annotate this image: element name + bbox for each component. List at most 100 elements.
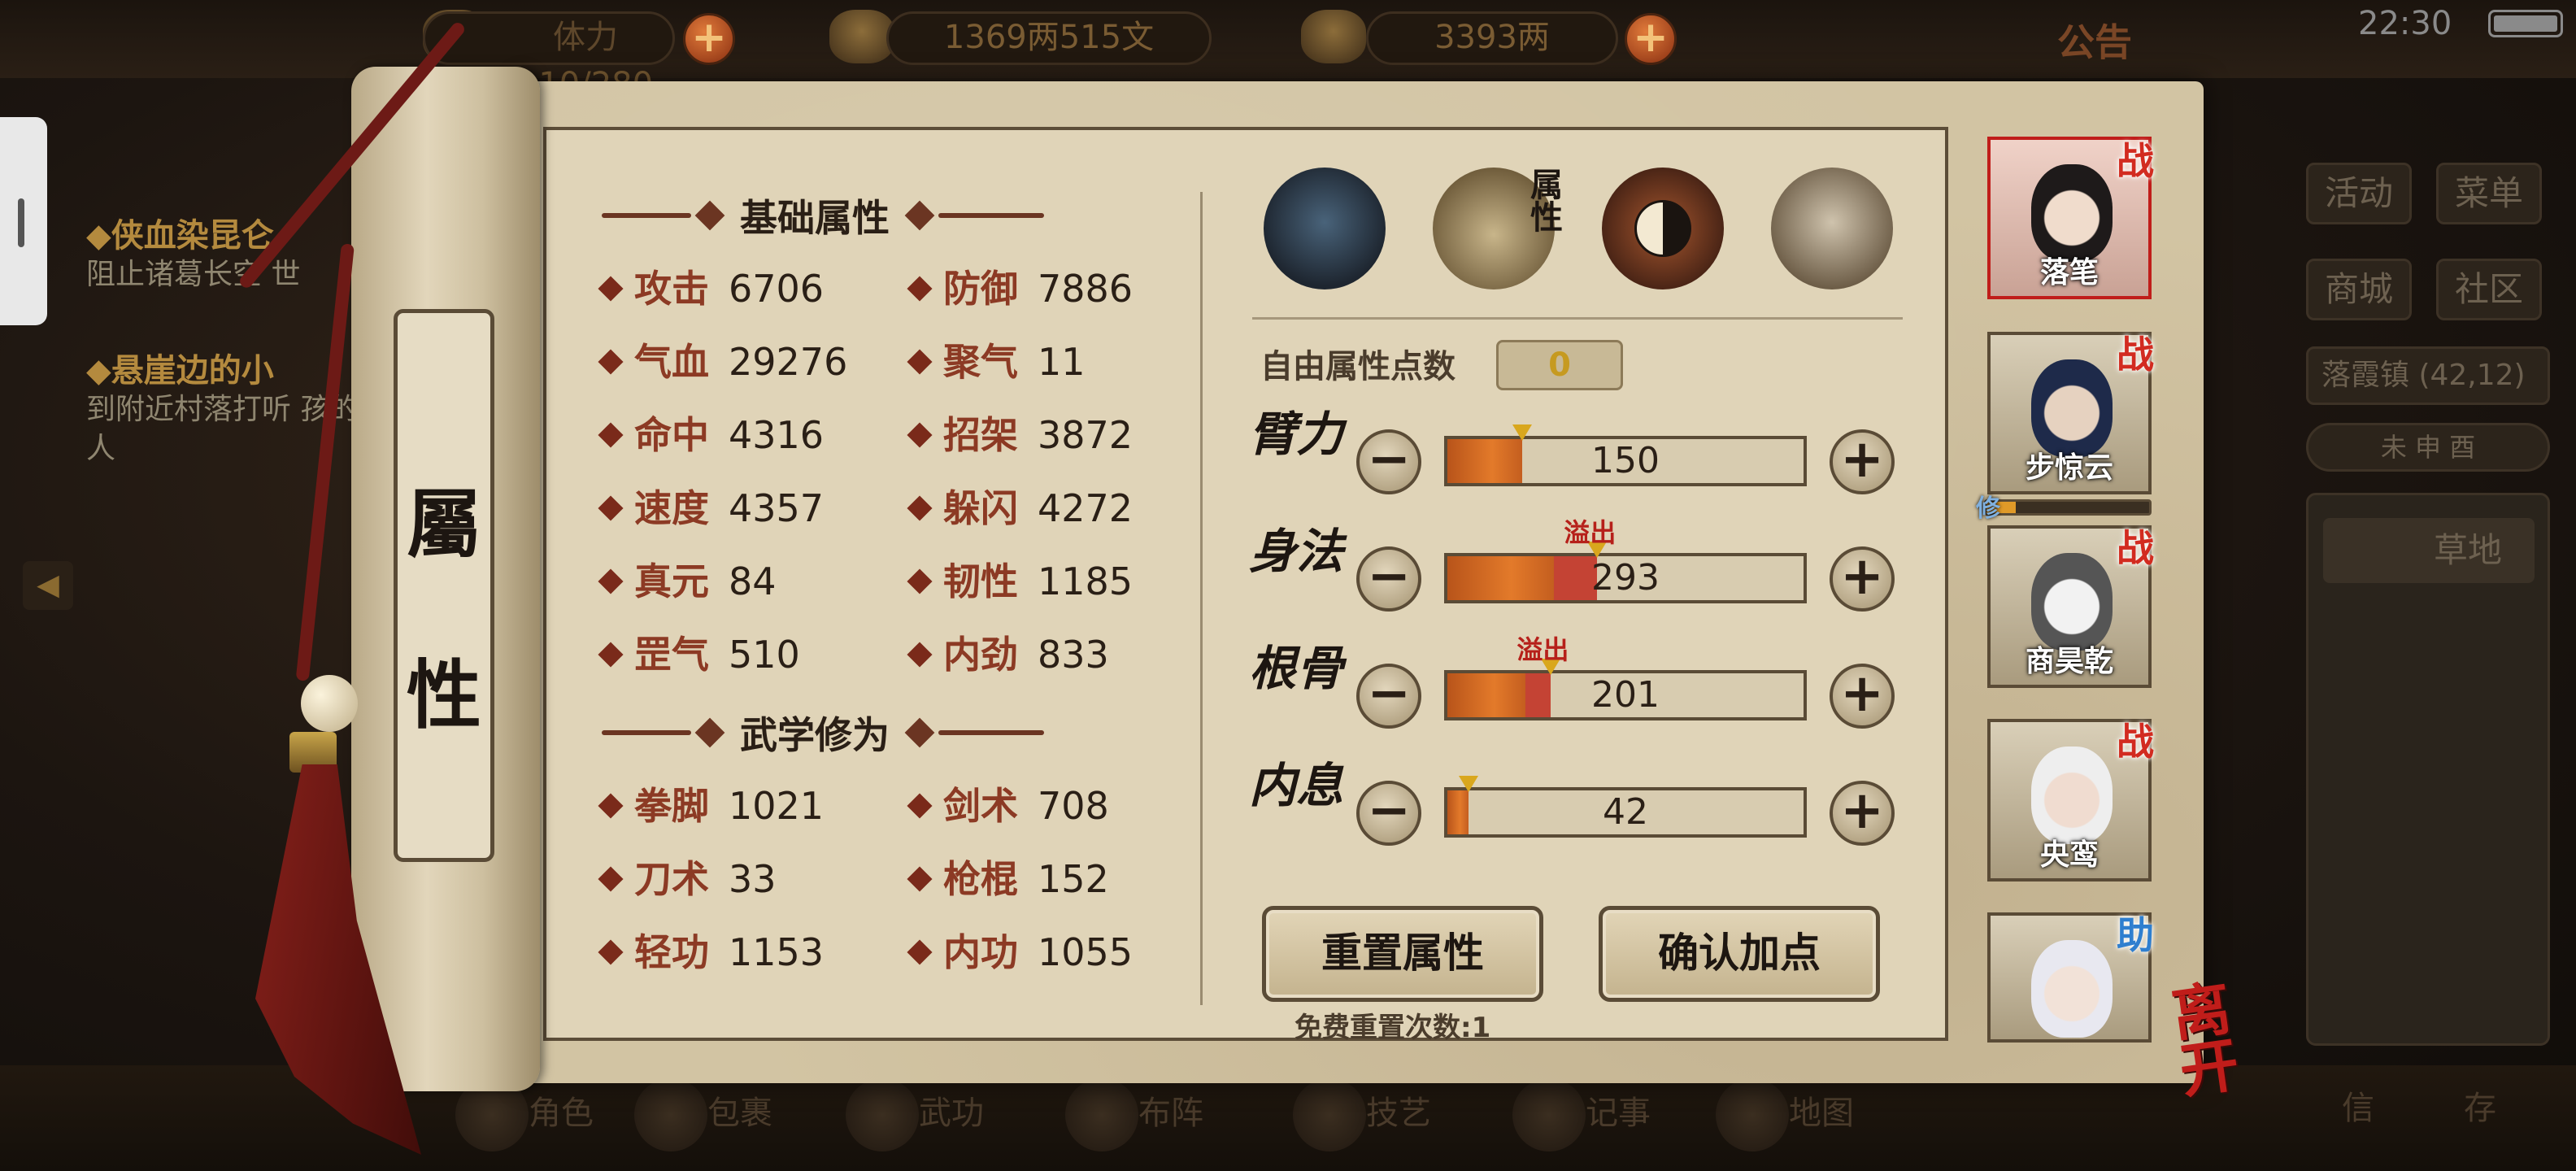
bottom-skill-button[interactable]: 武功 bbox=[846, 1078, 984, 1160]
quest-desc: 到附近村落打听 孩的家人 bbox=[86, 393, 389, 465]
gold-display: 3393两 bbox=[1366, 11, 1618, 65]
confirm-points-button[interactable]: 确认加点 bbox=[1599, 906, 1880, 1002]
attribute-name: 臂力 bbox=[1248, 407, 1343, 462]
stat-value: 4357 bbox=[729, 486, 825, 530]
jade-bead bbox=[301, 675, 358, 732]
tab-attributes-label: 属性 bbox=[1525, 168, 1562, 233]
decrease-attribute-button[interactable]: − bbox=[1356, 781, 1421, 846]
stat-value: 1153 bbox=[729, 930, 825, 974]
stat-value: 11 bbox=[1038, 340, 1086, 384]
attribute-bar: 150 bbox=[1444, 424, 1807, 486]
stat-value: 1185 bbox=[1038, 559, 1134, 603]
notice-button[interactable]: 公告 bbox=[2057, 13, 2132, 67]
menu-button[interactable]: 菜单 bbox=[2436, 163, 2542, 224]
attribute-value: 42 bbox=[1603, 791, 1648, 833]
shop-button[interactable]: 商城 bbox=[2306, 259, 2412, 320]
bottom-label: 地图 bbox=[1789, 1095, 1854, 1132]
stat-label: 命中 bbox=[634, 413, 709, 457]
decrease-attribute-button[interactable]: − bbox=[1356, 664, 1421, 729]
stat-value: 7886 bbox=[1038, 267, 1134, 311]
stat-label: 真元 bbox=[634, 559, 709, 603]
attribute-bar: 293 bbox=[1444, 542, 1807, 603]
increase-attribute-button[interactable]: + bbox=[1830, 781, 1895, 846]
area-panel: 草地 bbox=[2306, 493, 2550, 1046]
decrease-attribute-button[interactable]: − bbox=[1356, 546, 1421, 612]
stamina-display: 体力110/280 bbox=[423, 11, 675, 103]
stat-label: 攻击 bbox=[634, 267, 709, 311]
stat-sword: 剑术 708 bbox=[907, 777, 1109, 834]
character-portrait bbox=[2031, 359, 2113, 457]
battle-badge: 战 bbox=[2117, 526, 2154, 570]
reset-attributes-button[interactable]: 重置属性 bbox=[1262, 906, 1543, 1002]
stat-gang-qi: 罡气 510 bbox=[598, 626, 800, 683]
stat-value: 833 bbox=[1038, 633, 1109, 677]
activity-button[interactable]: 活动 bbox=[2306, 163, 2412, 224]
location-label[interactable]: 落霞镇 (42,12) bbox=[2306, 346, 2550, 405]
drawer-handle[interactable] bbox=[0, 117, 47, 325]
bottom-bag-button[interactable]: 包裹 bbox=[634, 1078, 772, 1160]
attribute-marker-icon bbox=[1512, 424, 1532, 441]
attribute-marker-icon bbox=[1459, 776, 1479, 792]
column-divider bbox=[1200, 192, 1203, 1005]
leave-button[interactable]: 离开 bbox=[2168, 973, 2273, 1106]
battle-badge: 战 bbox=[2117, 139, 2154, 183]
bottom-save-button[interactable]: 存 bbox=[2464, 1082, 2496, 1163]
tab-meridian-icon[interactable] bbox=[1771, 168, 1893, 289]
scroll-title-char: 屬 bbox=[406, 481, 481, 568]
battle-badge: 战 bbox=[2117, 720, 2154, 764]
character-portrait bbox=[2031, 747, 2113, 844]
quest-item[interactable]: ◆悬崖边的小 到附近村落打听 孩的家人 bbox=[86, 351, 395, 468]
tab-divider bbox=[1252, 317, 1903, 320]
increase-attribute-button[interactable]: + bbox=[1830, 546, 1895, 612]
community-button[interactable]: 社区 bbox=[2436, 259, 2542, 320]
stat-value: 4316 bbox=[729, 413, 825, 457]
area-label[interactable]: 草地 bbox=[2323, 518, 2535, 583]
stat-value: 84 bbox=[729, 559, 777, 603]
stat-attack: 攻击 6706 bbox=[598, 260, 824, 317]
battery-icon bbox=[2488, 10, 2563, 37]
attribute-bar: 42 bbox=[1444, 776, 1807, 838]
collapse-arrow-icon[interactable]: ◀ bbox=[23, 561, 73, 610]
stat-label: 内功 bbox=[943, 930, 1018, 974]
yin-yang-icon bbox=[1634, 200, 1691, 257]
gold-ingot-icon bbox=[1301, 10, 1366, 63]
stat-label: 招架 bbox=[943, 413, 1018, 457]
book-icon bbox=[846, 1078, 919, 1151]
craft-icon bbox=[1293, 1078, 1366, 1151]
bottom-label: 武功 bbox=[919, 1095, 984, 1132]
character-portrait bbox=[2031, 940, 2113, 1038]
add-stamina-button[interactable]: + bbox=[683, 13, 735, 65]
add-gold-button[interactable]: + bbox=[1625, 13, 1677, 65]
bag-icon bbox=[634, 1078, 707, 1151]
decrease-attribute-button[interactable]: − bbox=[1356, 429, 1421, 494]
bottom-journal-button[interactable]: 记事 bbox=[1512, 1078, 1651, 1160]
scroll-title: 屬 性 bbox=[394, 439, 494, 781]
map-icon bbox=[1716, 1078, 1789, 1151]
stat-parry: 招架 3872 bbox=[907, 407, 1133, 464]
stat-value: 510 bbox=[729, 633, 800, 677]
bottom-craft-button[interactable]: 技艺 bbox=[1293, 1078, 1431, 1160]
stat-value: 1021 bbox=[729, 784, 825, 828]
bottom-mail-button[interactable]: 信 bbox=[2342, 1082, 2374, 1163]
bottom-map-button[interactable]: 地图 bbox=[1716, 1078, 1854, 1160]
stat-true-energy: 真元 84 bbox=[598, 553, 777, 610]
free-reset-count: 免费重置次数:1 bbox=[1295, 1012, 1491, 1044]
free-points-value: 0 bbox=[1496, 340, 1623, 390]
character-portrait bbox=[2031, 553, 2113, 651]
attribute-value: 201 bbox=[1591, 674, 1660, 716]
stat-label: 韧性 bbox=[943, 559, 1018, 603]
tab-character-portrait-icon[interactable] bbox=[1264, 168, 1386, 289]
stat-value: 708 bbox=[1038, 784, 1109, 828]
bottom-label: 角色 bbox=[529, 1095, 594, 1132]
bagua-icon bbox=[1065, 1078, 1138, 1151]
attribute-bar: 201 bbox=[1444, 659, 1807, 720]
scroll-title-char: 性 bbox=[406, 651, 481, 739]
basic-attr-header: 基础属性 bbox=[602, 187, 1044, 244]
stat-label: 防御 bbox=[943, 267, 1018, 311]
increase-attribute-button[interactable]: + bbox=[1830, 664, 1895, 729]
stat-lightness: 轻功 1153 bbox=[598, 924, 825, 981]
increase-attribute-button[interactable]: + bbox=[1830, 429, 1895, 494]
bottom-label: 记事 bbox=[1586, 1095, 1651, 1132]
stat-label: 枪棍 bbox=[943, 857, 1018, 901]
bottom-formation-button[interactable]: 布阵 bbox=[1065, 1078, 1203, 1160]
